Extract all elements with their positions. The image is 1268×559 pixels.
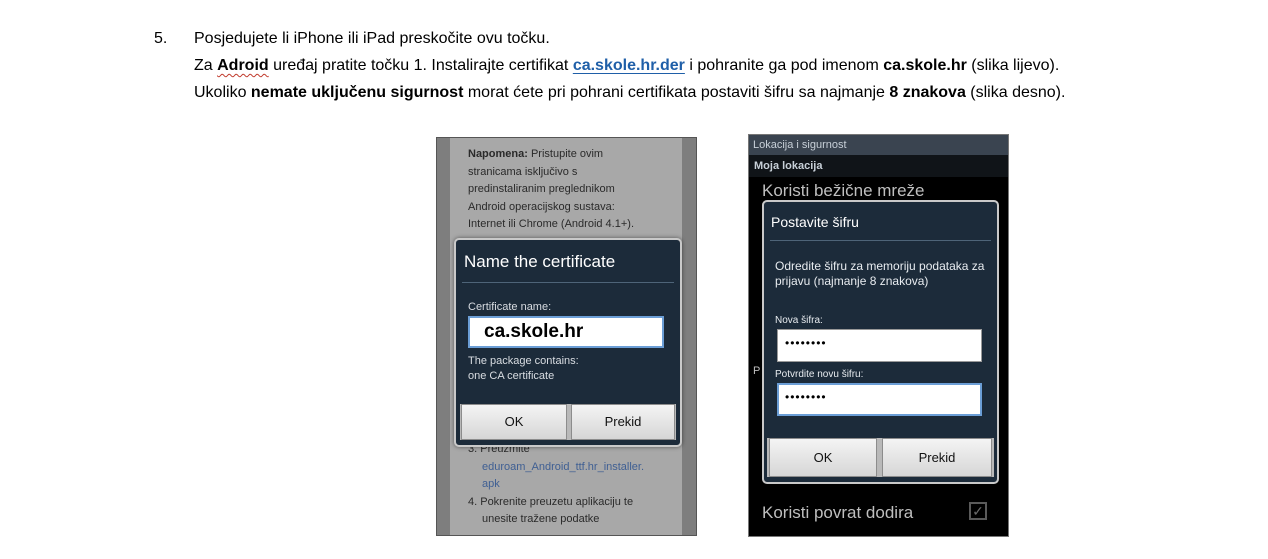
note-line: Android operacijskog sustava: [468,200,615,213]
step-4: 4. Pokrenite preuzetu aplikaciju te [468,495,634,508]
wireless-setting: Koristi bežične mreže [762,181,925,200]
security-bold: nemate uključenu sigurnost [250,84,464,101]
note-label: Napomena: [468,148,528,160]
text-span: i pohranite ga pod imenom [684,57,884,74]
ok-button[interactable]: OK [461,404,567,440]
confirm-password-input[interactable]: •••••••• [777,383,982,416]
cancel-button[interactable]: Prekid [571,404,675,440]
installer-link[interactable]: eduroam_Android_ttf.hr_installer. [468,459,658,477]
steps-text: 3. Preuzmite eduroam_Android_ttf.hr_inst… [468,441,658,529]
note-line: predinstaliranim preglednikom [468,183,615,195]
dialog-title: Name the certificate [464,252,616,271]
dialog-title: Postavite šifru [771,214,859,230]
instruction-line-1: Posjedujete li iPhone ili iPad preskočit… [194,30,550,47]
note-line: Napomena: Pristupite ovim [468,146,658,164]
text-span: uređaj pratite točku 1. Instalirajte cer… [268,57,573,74]
text-span: Ukoliko [194,84,251,101]
check-icon[interactable]: ✓ [969,502,987,520]
haptic-setting: Koristi povrat dodira [762,503,914,522]
note-line: stranicama isključivo s [468,165,578,178]
section-header: Moja lokacija [749,155,1008,177]
note-text: Napomena: Pristupite ovim stranicama isk… [468,146,658,234]
right-screenshot: Lokacija i sigurnost Moja lokacija Koris… [748,134,1009,537]
installer-link-cont[interactable]: apk [468,476,658,494]
note-line: Internet ili Chrome (Android 4.1+). [468,218,634,230]
note-line-text: Pristupite ovim [527,148,604,160]
name-certificate-dialog: Name the certificate Certificate name: c… [454,238,682,447]
new-password-label: Nova šifra: [775,315,823,326]
divider [770,240,991,241]
certificate-name-label: Certificate name: [468,301,552,313]
cancel-button[interactable]: Prekid [882,438,992,477]
confirm-password-label: Potvrdite novu šifru: [775,369,864,380]
button-bar: OK Prekid [767,438,994,477]
bg-letter: P [753,365,761,377]
ok-button[interactable]: OK [769,438,877,477]
text-span: morat ćete pri pohrani certifikata posta… [463,84,890,101]
button-bar: OK Prekid [460,404,676,440]
set-password-dialog: Postavite šifru Odredite šifru za memori… [762,200,999,484]
android-word: Adroid [217,57,269,74]
package-info: The package contains: one CA certificate [468,354,579,384]
text-span: (slika lijevo). [966,57,1060,74]
step-4-cont: unesite tražene podatke [482,513,600,525]
certificate-name-input[interactable]: ca.skole.hr [468,316,664,348]
text-span: Za [194,57,218,74]
screen-header: Lokacija i sigurnost [749,135,1008,155]
divider [462,282,674,283]
text-span: (slika desno). [965,84,1066,101]
left-screenshot: Napomena: Pristupite ovim stranicama isk… [436,137,697,536]
new-password-input[interactable]: •••••••• [777,329,982,362]
certificate-link[interactable]: ca.skole.hr.der [573,57,685,74]
chars-bold: 8 znakova [889,84,966,101]
info-line: The package contains: [468,355,579,367]
dialog-description: Odredite šifru za memoriju podataka za p… [775,259,985,288]
instruction-line-3: Ukoliko nemate uključenu sigurnost morat… [194,84,1065,102]
cert-name-bold: ca.skole.hr [883,57,967,74]
instruction-line-2: Za Adroid uređaj pratite točku 1. Instal… [194,57,1059,75]
list-number: 5. [154,30,168,47]
info-line: one CA certificate [468,370,555,382]
